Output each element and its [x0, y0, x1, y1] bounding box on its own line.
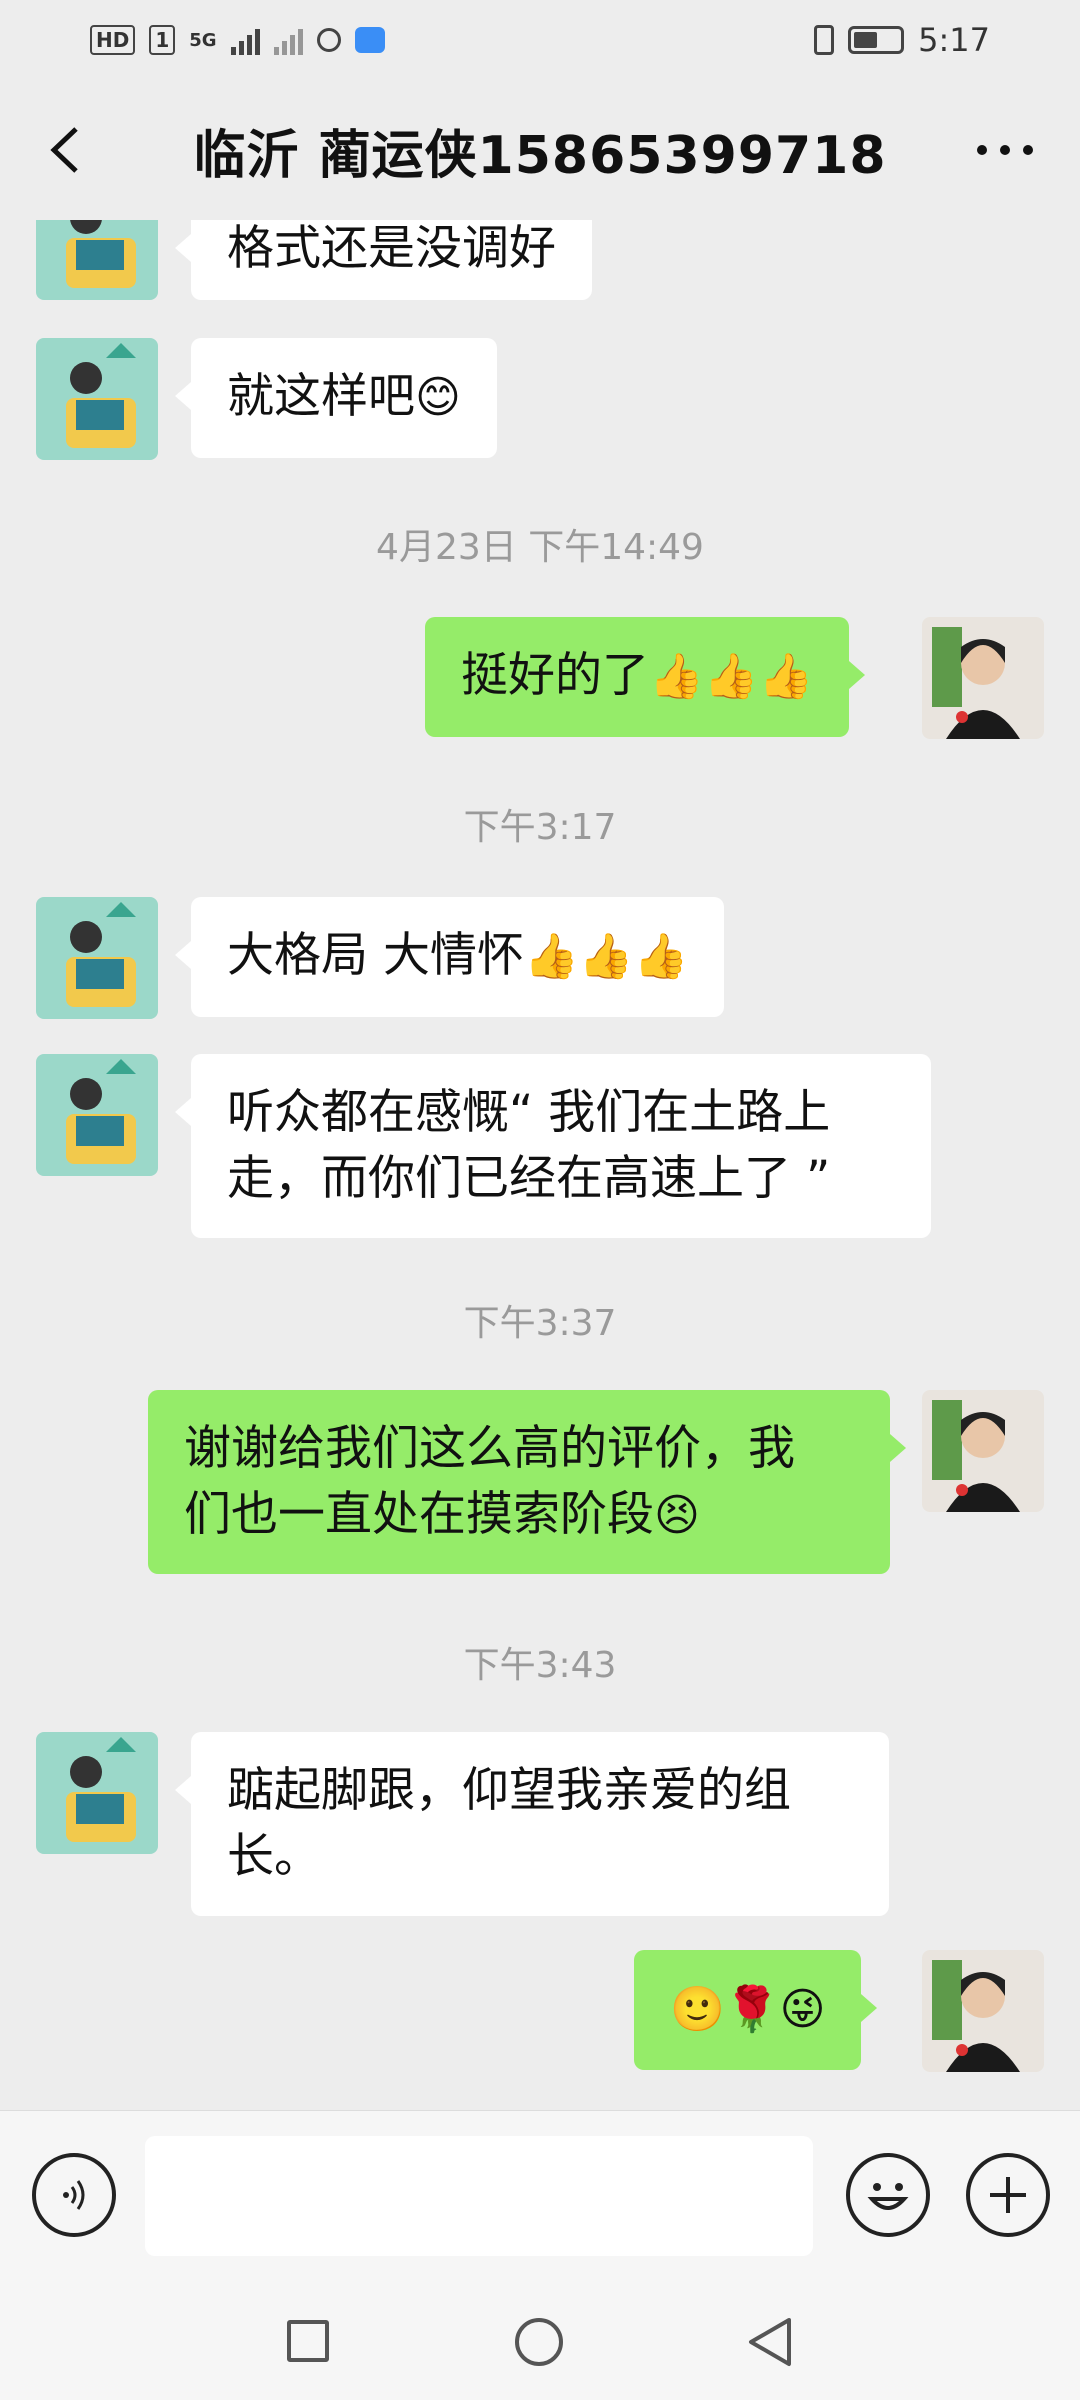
message-text: 就这样吧: [227, 369, 415, 424]
nav-back-icon[interactable]: [745, 2316, 795, 2368]
contact-avatar[interactable]: [36, 220, 158, 300]
message-text: 挺好的了: [461, 648, 649, 703]
hd-badge: HD: [90, 25, 136, 55]
status-time: 5:17: [918, 21, 990, 59]
home-icon[interactable]: [515, 2318, 563, 2366]
outgoing-message[interactable]: 🙂🌹😜: [634, 1950, 878, 2070]
signal-2-icon: [273, 25, 303, 55]
timestamp: 下午3:17: [463, 807, 617, 848]
message-line: 长。: [227, 1829, 321, 1884]
message-line: 听众都在感慨“ 我们在土路上: [227, 1085, 831, 1140]
incoming-message[interactable]: 就这样吧😊: [175, 338, 497, 458]
message-text: 格式还是没调好: [227, 221, 556, 276]
network-type: 5G: [189, 29, 217, 51]
timestamp: 下午3:37: [463, 1303, 617, 1344]
contact-avatar[interactable]: [36, 338, 158, 460]
signal-icon: [230, 25, 260, 55]
smiley-icon: [867, 2183, 909, 2210]
battery-icon: [848, 26, 905, 54]
chat-title: 临沂 蔺运侠15865399718: [193, 125, 887, 186]
user-avatar[interactable]: [922, 617, 1044, 739]
message-line: 踮起脚跟，仰望我亲爱的组: [227, 1763, 791, 1818]
status-left: HD 1 5G: [90, 25, 385, 55]
timestamp: 4月23日 下午14:49: [376, 527, 704, 568]
back-arrow-icon[interactable]: [40, 125, 90, 175]
chat-message-list[interactable]: 格式还是没调好 就这样吧😊 4月23日 下午14:49 挺好的了👍👍👍 下午3:…: [0, 220, 1080, 2110]
contact-avatar[interactable]: [36, 1732, 158, 1854]
plus-icon: [990, 2177, 1026, 2213]
persevere-emoji-icon: 😣: [654, 1490, 700, 1541]
contact-avatar[interactable]: [36, 1054, 158, 1176]
user-avatar[interactable]: [922, 1950, 1044, 2072]
thumbs-up-emoji-icon: 👍👍👍: [523, 931, 689, 982]
outgoing-message[interactable]: 挺好的了👍👍👍: [425, 617, 866, 737]
message-line: 谢谢给我们这么高的评价，我: [184, 1421, 795, 1476]
sim-badge: 1: [149, 25, 176, 55]
chat-header: 临沂 蔺运侠15865399718: [0, 80, 1080, 220]
input-bar: [0, 2110, 1080, 2281]
status-bar: HD 1 5G 5:17: [0, 0, 1080, 80]
voice-input-button[interactable]: [32, 2153, 116, 2237]
message-line: 们也一直处在摸索阶段: [184, 1487, 654, 1542]
thumbs-up-emoji-icon: 👍👍👍: [649, 651, 814, 702]
more-features-button[interactable]: [966, 2153, 1050, 2237]
contact-avatar[interactable]: [36, 897, 158, 1019]
more-options-icon[interactable]: [970, 125, 1040, 175]
timestamp: 下午3:43: [463, 1645, 617, 1686]
status-right: 5:17: [814, 21, 990, 59]
smile-emoji-icon: 😊: [415, 372, 461, 423]
user-avatar[interactable]: [922, 1390, 1044, 1512]
message-input[interactable]: [145, 2136, 813, 2256]
incoming-message[interactable]: 听众都在感慨“ 我们在土路上 走，而你们已经在高速上了 ”: [175, 1054, 931, 1238]
cloud-icon: [354, 27, 385, 53]
message-line: 走，而你们已经在高速上了 ”: [227, 1151, 831, 1206]
system-nav-bar: [0, 2280, 1080, 2400]
message-text: 大格局 大情怀: [227, 928, 524, 983]
outgoing-message[interactable]: 谢谢给我们这么高的评价，我 们也一直处在摸索阶段😣: [148, 1390, 906, 1574]
voice-icon: [63, 2180, 85, 2210]
incoming-message[interactable]: 踮起脚跟，仰望我亲爱的组 长。: [175, 1732, 889, 1916]
sync-icon: [316, 28, 341, 52]
incoming-message[interactable]: 格式还是没调好: [175, 220, 592, 300]
vibrate-icon: [814, 25, 835, 55]
recent-apps-icon[interactable]: [287, 2320, 329, 2362]
emoji-button[interactable]: [846, 2153, 930, 2237]
incoming-message[interactable]: 大格局 大情怀👍👍👍: [174, 897, 725, 1017]
emoji-sequence-icon: 🙂🌹😜: [670, 1984, 826, 2035]
